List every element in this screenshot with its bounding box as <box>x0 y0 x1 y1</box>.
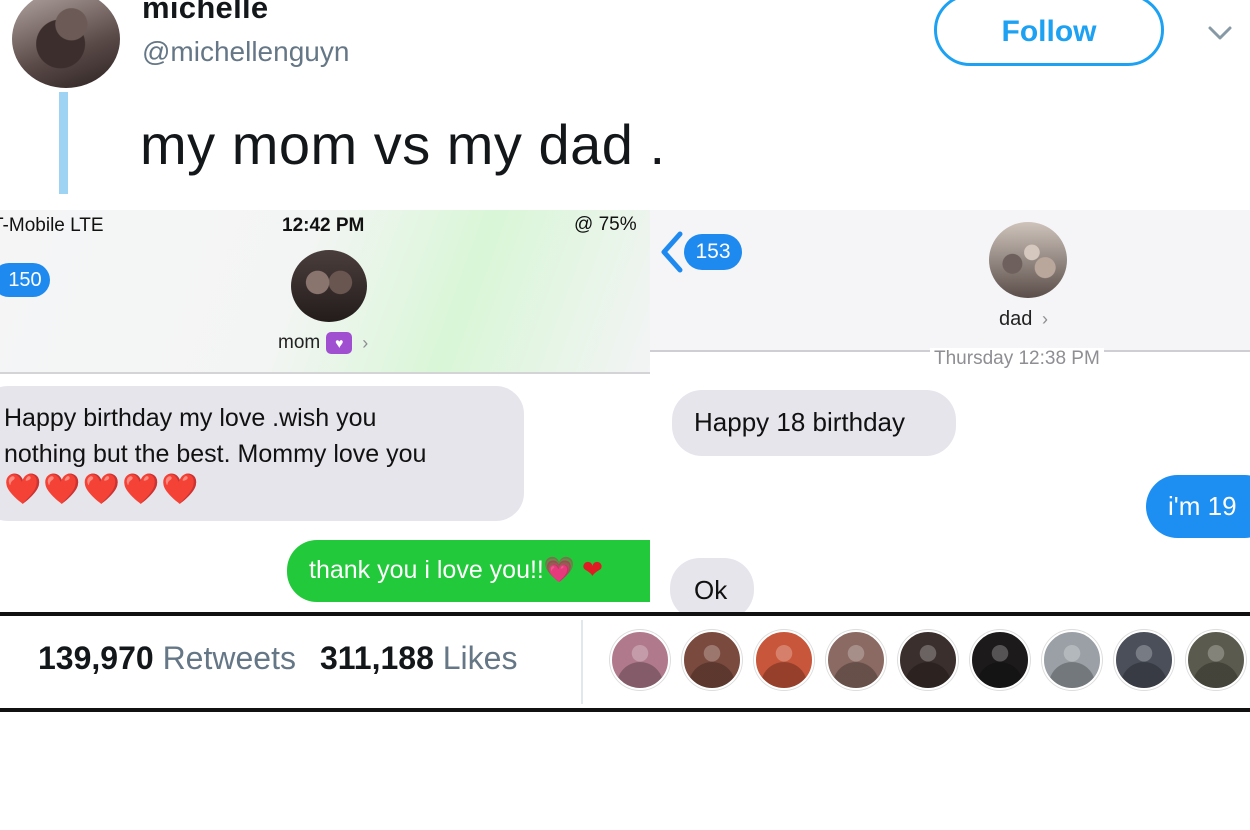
follow-button[interactable]: Follow <box>934 0 1164 66</box>
liker-avatar[interactable] <box>970 630 1030 690</box>
author-display-name[interactable]: michelle <box>142 0 268 26</box>
tweet-text: my mom vs my dad . <box>140 113 666 176</box>
chat-header: 153 dad › <box>650 210 1250 352</box>
back-arrow-icon <box>661 231 683 273</box>
message-line: nothing but the best. Mommy love you <box>4 440 427 468</box>
liker-avatar[interactable] <box>1114 630 1174 690</box>
hearts-emoji: ❤️❤️❤️❤️❤️ <box>4 473 201 506</box>
chevron-right-icon: › <box>362 332 369 353</box>
carrier-label: T-Mobile LTE <box>0 215 104 236</box>
engagement-counts: 139,970 Retweets 311,188 Likes <box>38 640 517 677</box>
contact-avatar <box>989 222 1067 298</box>
received-message: Happy birthday my love .wish you nothing… <box>0 386 524 521</box>
chevron-right-icon: › <box>1041 309 1048 329</box>
liker-avatar[interactable] <box>754 630 814 690</box>
received-message: Ok <box>670 558 754 612</box>
liker-avatar[interactable] <box>682 630 742 690</box>
back-badge: 150 <box>0 263 50 297</box>
red-heart-icon: ❤ <box>581 556 603 584</box>
chevron-down-icon[interactable] <box>1206 20 1234 44</box>
author-avatar[interactable] <box>12 0 120 88</box>
retweets-count: 139,970 <box>38 640 154 676</box>
liker-avatar[interactable] <box>610 630 670 690</box>
liker-avatars <box>610 630 1246 690</box>
retweets-stat[interactable]: 139,970 Retweets <box>38 640 296 677</box>
thread-line <box>59 92 68 194</box>
contact-name: mom <box>278 332 321 353</box>
message-text: thank you i love you!! <box>309 556 544 584</box>
pink-heart-icon: 💗 <box>543 556 576 584</box>
dad-chat-screenshot[interactable]: 153 dad › Thursday 12:38 PM Happy 18 bir… <box>650 210 1250 612</box>
liker-avatar[interactable] <box>1186 630 1246 690</box>
battery-status: @ 75% <box>574 214 637 235</box>
message-timestamp: Thursday 12:38 PM <box>930 348 1104 370</box>
purple-heart-icon: ♥ <box>326 332 353 354</box>
sent-message: i'm 19 <box>1146 475 1250 538</box>
mom-chat-screenshot[interactable]: T-Mobile LTE 12:42 PM @ 75% 150 mom ♥ › … <box>0 210 650 612</box>
contact-avatar <box>291 250 367 322</box>
contact-name-row: dad › <box>999 308 1048 331</box>
tweet-stats-bar: 139,970 Retweets 311,188 Likes <box>0 612 1250 712</box>
divider <box>581 620 583 704</box>
back-badge: 153 <box>684 234 742 270</box>
likes-stat[interactable]: 311,188 Likes <box>320 640 518 677</box>
liker-avatar[interactable] <box>826 630 886 690</box>
contact-name: dad <box>999 308 1033 330</box>
chat-header: T-Mobile LTE 12:42 PM @ 75% 150 mom ♥ › <box>0 210 650 374</box>
likes-label: Likes <box>442 640 518 676</box>
liker-avatar[interactable] <box>1042 630 1102 690</box>
contact-name-row: mom ♥ › <box>278 332 368 354</box>
received-message: Happy 18 birthday <box>672 390 956 456</box>
message-line: Happy birthday my love .wish you <box>4 404 377 432</box>
retweets-label: Retweets <box>162 640 296 676</box>
status-time: 12:42 PM <box>282 215 365 236</box>
author-handle[interactable]: @michellenguyn <box>142 36 349 68</box>
sent-message: thank you i love you!!💗 ❤ <box>287 540 650 602</box>
liker-avatar[interactable] <box>898 630 958 690</box>
likes-count: 311,188 <box>319 640 434 676</box>
